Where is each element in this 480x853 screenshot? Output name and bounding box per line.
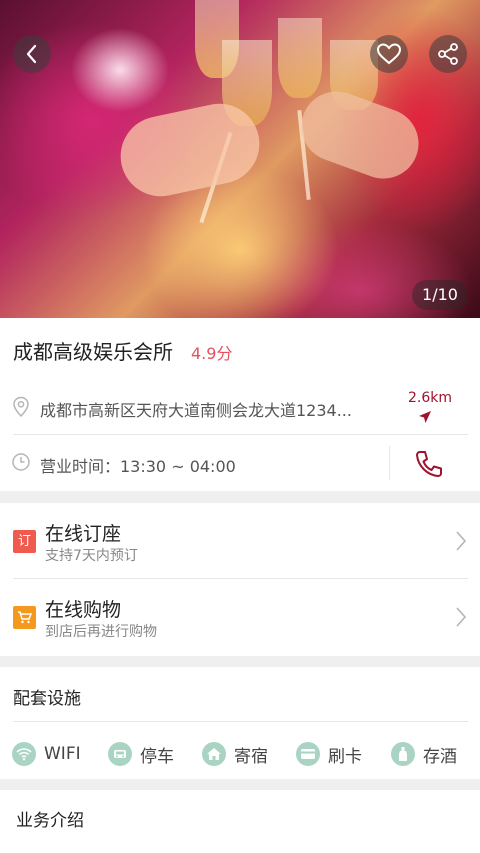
shopping-cart-badge-icon (13, 606, 36, 629)
hand-shape (291, 81, 429, 189)
business-hours: 营业时间：13:30 ~ 04:00 (40, 457, 236, 476)
facilities-card: 配套设施 WIFI 停车 寄宿 刷卡 存酒 (0, 667, 480, 779)
heart-icon (376, 43, 402, 65)
share-icon (438, 43, 458, 65)
facility-label: WIFI (44, 744, 81, 764)
phone-icon[interactable] (412, 447, 446, 481)
facility-item-parking: 停车 (108, 739, 174, 769)
facility-item-lodging: 寄宿 (202, 739, 268, 769)
chevron-right-icon (456, 531, 467, 551)
wine-icon (391, 742, 415, 766)
clock-icon (12, 453, 30, 471)
back-button[interactable] (13, 35, 51, 73)
venue-distance: 2.6km (408, 390, 453, 406)
facility-label: 存酒 (423, 746, 457, 767)
facility-label: 寄宿 (234, 746, 268, 767)
wifi-icon (12, 742, 36, 766)
facility-item-wine-storage: 存酒 (391, 739, 457, 769)
hero-gallery[interactable]: 1/10 (0, 0, 480, 318)
service-subtitle: 支持7天内预订 (45, 548, 138, 564)
card-icon (296, 742, 320, 766)
hand-shape (113, 96, 267, 204)
share-button[interactable] (429, 35, 467, 73)
facilities-title: 配套设施 (13, 689, 81, 709)
facility-label: 刷卡 (328, 746, 362, 767)
facility-label: 停车 (140, 746, 174, 767)
car-icon (108, 742, 132, 766)
facility-item-card: 刷卡 (296, 739, 362, 769)
chevron-right-icon (456, 607, 467, 627)
venue-detail-page: 1/10 成都高级娱乐会所 4.9分 成都市高新区天府大道南侧会龙大道1234.… (0, 0, 480, 853)
facilities-list: WIFI 停车 寄宿 刷卡 存酒 (12, 739, 472, 769)
gallery-pager: 1/10 (412, 280, 468, 310)
service-title: 在线订座 (45, 523, 122, 545)
venue-score: 4.9分 (191, 344, 233, 363)
venue-title-row: 成都高级娱乐会所 4.9分 (13, 336, 232, 365)
address-row[interactable]: 成都市高新区天府大道南侧会龙大道1234... 2.6km (0, 382, 480, 434)
hours-row: 营业时间：13:30 ~ 04:00 (0, 436, 480, 490)
service-subtitle: 到店后再进行购物 (45, 624, 157, 640)
chevron-left-icon (26, 44, 37, 64)
navigation-arrow-icon (419, 411, 431, 423)
divider (13, 434, 468, 435)
home-icon (202, 742, 226, 766)
services-card: 订 在线订座 支持7天内预订 在线购物 到店后再进行购物 (0, 503, 480, 656)
location-pin-icon (13, 396, 29, 418)
vertical-divider (389, 446, 390, 480)
business-intro-card[interactable]: 业务介绍 (0, 790, 480, 853)
facility-item-wifi: WIFI (12, 739, 81, 769)
booking-badge-icon: 订 (13, 530, 36, 553)
champagne-glass (278, 18, 322, 98)
service-item-shopping[interactable]: 在线购物 到店后再进行购物 (0, 579, 480, 655)
business-intro-title: 业务介绍 (16, 811, 84, 831)
favorite-button[interactable] (370, 35, 408, 73)
service-item-booking[interactable]: 订 在线订座 支持7天内预订 (0, 503, 480, 579)
divider (13, 721, 468, 722)
venue-info-card: 成都高级娱乐会所 4.9分 成都市高新区天府大道南侧会龙大道1234... 2.… (0, 318, 480, 491)
venue-address: 成都市高新区天府大道南侧会龙大道1234... (40, 401, 352, 420)
service-title: 在线购物 (45, 599, 122, 621)
venue-name: 成都高级娱乐会所 (13, 340, 173, 364)
